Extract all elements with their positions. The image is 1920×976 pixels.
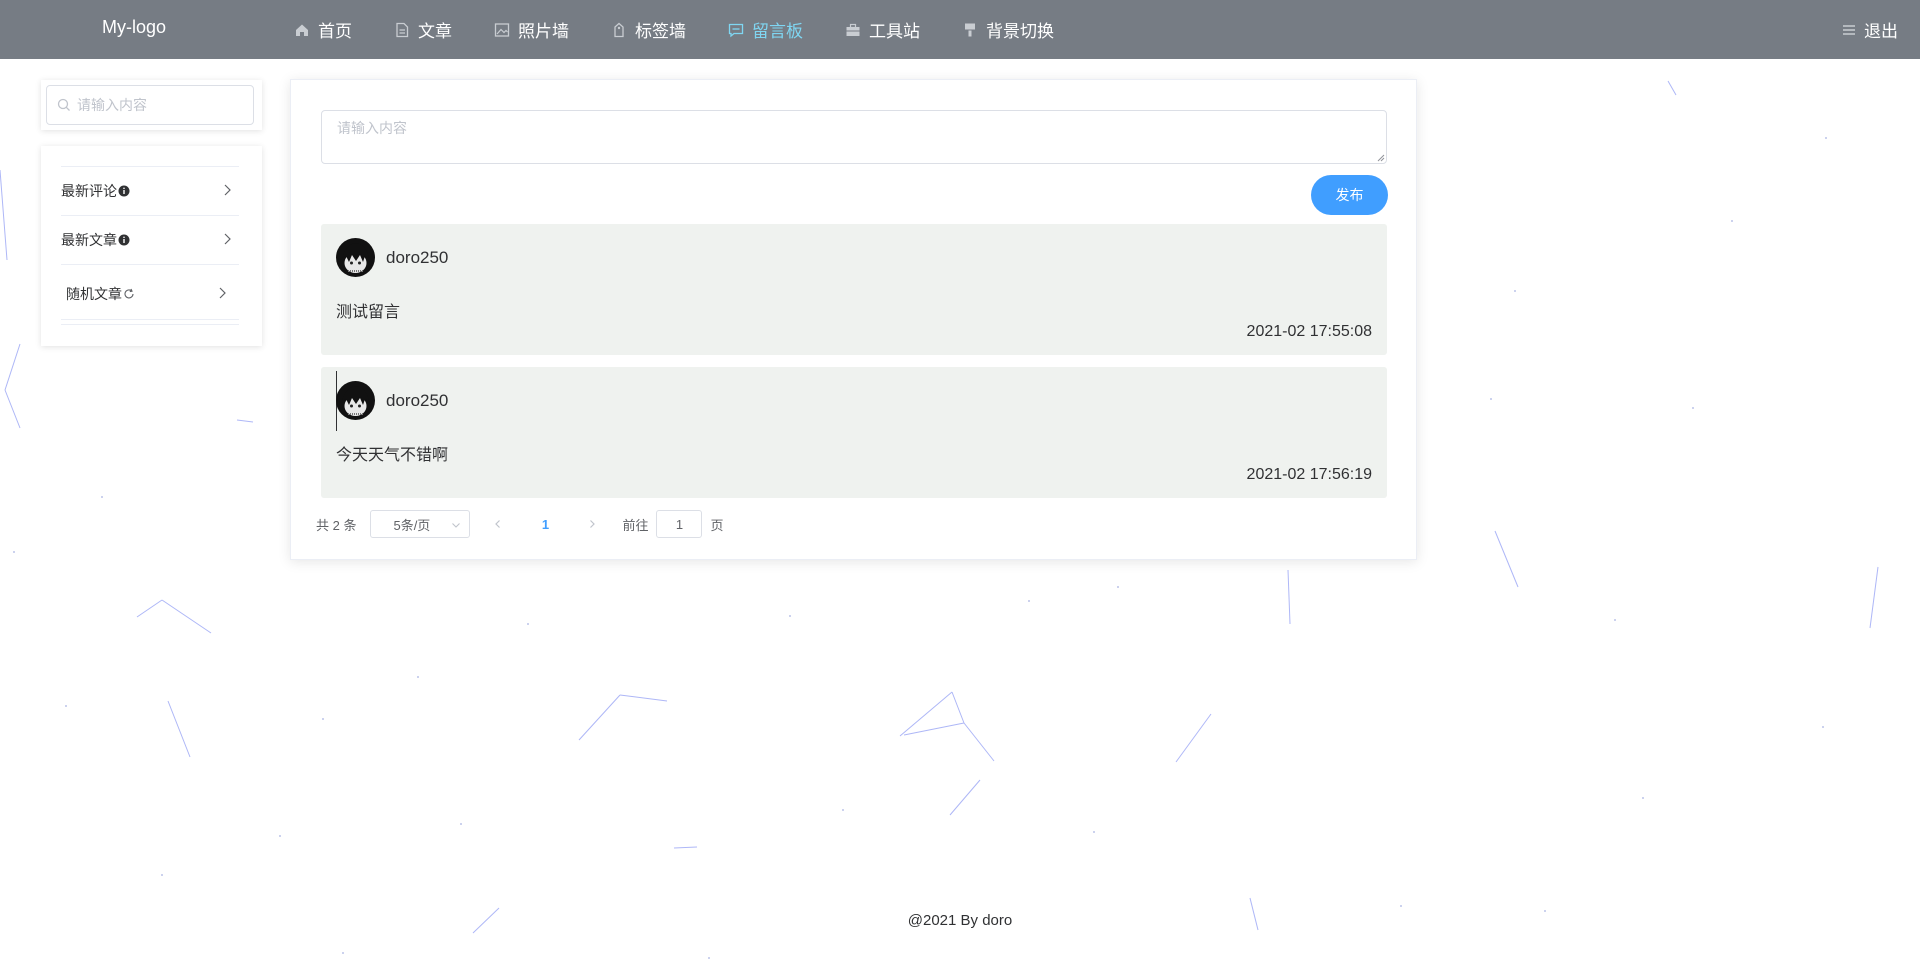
divider: [61, 264, 239, 265]
textarea-placeholder: 请输入内容: [337, 120, 407, 136]
sidebar-menu: 最新评论 最新文章 随机文章: [41, 146, 262, 346]
sidebar-item-latest-comments[interactable]: 最新评论: [61, 167, 239, 215]
page-number-current[interactable]: 1: [530, 517, 560, 532]
sidebar-item-latest-articles[interactable]: 最新文章: [61, 216, 239, 264]
main-nav: 首页 文章 照片墙 标签墙 留言板 工具站 背景切换: [294, 0, 1096, 59]
resize-handle-icon[interactable]: [1376, 153, 1385, 162]
logout-button[interactable]: 退出: [1841, 0, 1898, 59]
comment-time: 2021-02 17:56:19: [1246, 466, 1372, 483]
refresh-icon: [123, 288, 135, 300]
comment-username: doro250: [386, 248, 449, 267]
divider: [61, 324, 239, 325]
nav-item-background-switch[interactable]: 背景切换: [962, 0, 1054, 59]
brush-icon: [962, 22, 978, 38]
message-board-card: 请输入内容 发布 doro250 测试留言 2021-02 17:55:08 d…: [290, 79, 1417, 560]
prev-page-button[interactable]: [490, 516, 506, 532]
sidebar-search-card: 请输入内容: [41, 80, 262, 130]
nav-item-message-board[interactable]: 留言板: [728, 0, 803, 59]
page-size-select[interactable]: 5条/页: [370, 510, 471, 538]
tag-icon: [611, 22, 627, 38]
nav-label: 文章: [418, 22, 452, 41]
message-textarea[interactable]: 请输入内容: [321, 110, 1387, 164]
sidebar-search-input[interactable]: 请输入内容: [46, 85, 254, 125]
sidebar-item-label: 最新评论: [61, 183, 117, 199]
chevron-right-icon: [219, 287, 226, 299]
sidebar-item-label: 最新文章: [61, 232, 117, 248]
site-logo[interactable]: My-logo: [102, 17, 166, 38]
comment-item: doro250 测试留言 2021-02 17:55:08: [321, 224, 1387, 355]
home-icon: [294, 22, 310, 38]
footer-copyright: @2021 By doro: [907, 912, 1013, 929]
publish-button[interactable]: 发布: [1311, 175, 1388, 215]
comment-username: doro250: [386, 391, 449, 410]
chevron-left-icon: [495, 520, 501, 528]
briefcase-icon: [845, 22, 861, 38]
avatar[interactable]: [336, 238, 375, 277]
info-icon: [118, 185, 130, 197]
chevron-down-icon: [452, 523, 461, 528]
chat-icon: [728, 22, 744, 38]
comment-time: 2021-02 17:55:08: [1246, 323, 1372, 340]
sidebar-item-random-article[interactable]: 随机文章: [66, 270, 234, 318]
page-suffix: 页: [710, 517, 724, 533]
nav-item-tags[interactable]: 标签墙: [611, 0, 686, 59]
nav-item-home[interactable]: 首页: [294, 0, 352, 59]
next-page-button[interactable]: [584, 516, 600, 532]
page-size-value: 5条/页: [393, 517, 431, 533]
top-navbar: My-logo 首页 文章 照片墙 标签墙 留言板 工具站 背景切换 退出: [0, 0, 1920, 59]
search-placeholder: 请输入内容: [77, 97, 147, 113]
chevron-right-icon: [224, 184, 231, 196]
pagination: 共 2 条 5条/页 1 前往 1 页: [316, 510, 724, 538]
goto-label: 前往: [622, 517, 649, 533]
document-icon: [394, 22, 410, 38]
nav-label: 背景切换: [986, 22, 1054, 41]
comment-content: 今天天气不错啊: [336, 447, 449, 464]
nav-label: 留言板: [752, 22, 803, 41]
nav-label: 工具站: [869, 22, 920, 41]
comment-content: 测试留言: [336, 304, 401, 321]
nav-label: 标签墙: [635, 22, 686, 41]
nav-item-articles[interactable]: 文章: [394, 0, 452, 59]
picture-icon: [494, 22, 510, 38]
comment-item: doro250 今天天气不错啊 2021-02 17:56:19: [321, 367, 1387, 498]
nav-item-tools[interactable]: 工具站: [845, 0, 920, 59]
nav-label: 首页: [318, 22, 352, 41]
sidebar-item-label: 随机文章: [66, 286, 122, 302]
goto-page-input[interactable]: 1: [656, 510, 703, 538]
search-icon: [57, 98, 71, 112]
info-icon: [118, 234, 130, 246]
nav-item-photos[interactable]: 照片墙: [494, 0, 569, 59]
avatar[interactable]: [336, 381, 375, 420]
logout-label: 退出: [1864, 22, 1898, 41]
chevron-right-icon: [590, 520, 596, 528]
menu-lines-icon: [1841, 22, 1857, 38]
pagination-total: 共 2 条: [316, 517, 357, 533]
divider: [61, 319, 239, 320]
nav-label: 照片墙: [518, 22, 569, 41]
chevron-right-icon: [224, 233, 231, 245]
